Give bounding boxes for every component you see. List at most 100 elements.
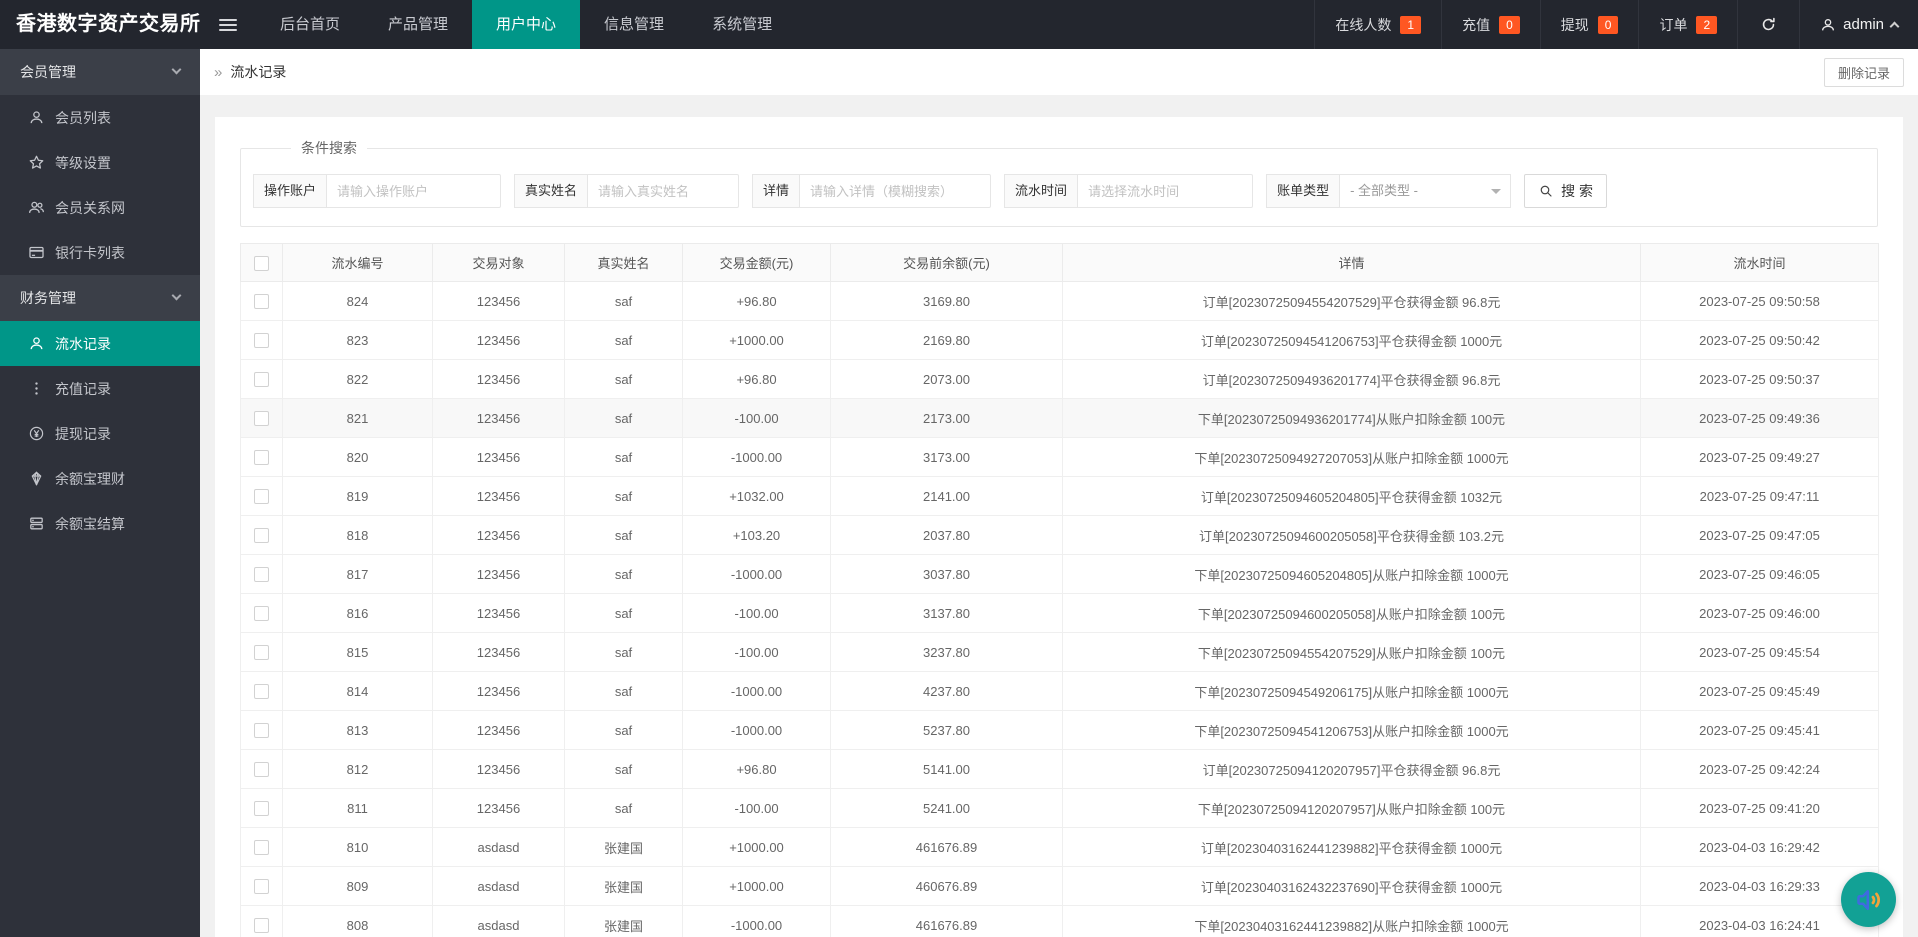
- topnav-item-2[interactable]: 用户中心: [472, 0, 581, 49]
- topnav-stats: 在线人数 1 充值 0 提现 0 订单 2: [1314, 0, 1737, 49]
- column-header-3: 交易金额(元): [682, 243, 831, 282]
- cell-flow-id: 808: [282, 905, 433, 937]
- sidebar-item-0-2[interactable]: 会员关系网: [0, 185, 200, 230]
- search-field-label: 账单类型: [1266, 174, 1340, 208]
- topnav-item-1[interactable]: 产品管理: [364, 0, 472, 49]
- refresh-button[interactable]: [1737, 0, 1799, 49]
- topnav-stat-3[interactable]: 订单 2: [1638, 0, 1737, 49]
- sidebar-group-header-0[interactable]: 会员管理: [0, 49, 200, 95]
- cell-flow-id: 820: [282, 437, 433, 477]
- row-checkbox[interactable]: [254, 918, 269, 934]
- select-all-checkbox[interactable]: [254, 255, 269, 271]
- topnav-stat-2[interactable]: 提现 0: [1539, 0, 1639, 49]
- sidebar-item-1-4[interactable]: 余额宝结算: [0, 501, 200, 546]
- row-checkbox-cell: [240, 788, 283, 828]
- row-checkbox-cell: [240, 866, 283, 906]
- cell-flow-id: 821: [282, 398, 433, 438]
- cell-flow-id: 824: [282, 281, 433, 321]
- user-menu[interactable]: admin: [1799, 0, 1918, 49]
- top-bar: 香港数字资产交易所 后台首页 产品管理 用户中心 信息管理 系统管理 在线人数 1 充值 0 提…: [0, 0, 1918, 49]
- row-checkbox[interactable]: [254, 840, 269, 856]
- cell-real-name: saf: [564, 281, 683, 321]
- row-checkbox[interactable]: [254, 567, 269, 583]
- sidebar-item-0-3[interactable]: 银行卡列表: [0, 230, 200, 275]
- row-checkbox[interactable]: [254, 762, 269, 778]
- sidebar-item-1-1[interactable]: 充值记录: [0, 366, 200, 411]
- sidebar-item-0-0[interactable]: 会员列表: [0, 95, 200, 140]
- search-input-2[interactable]: [799, 174, 992, 208]
- cell-balance: 460676.89: [830, 866, 1063, 906]
- collapse-sidebar-button[interactable]: [200, 0, 256, 49]
- row-checkbox[interactable]: [254, 411, 269, 427]
- sidebar-item-1-0[interactable]: 流水记录: [0, 321, 200, 366]
- cell-trade-target: 123456: [432, 632, 565, 672]
- cell-detail: 下单[20230725094120207957]从账户扣除金额 100元: [1062, 788, 1641, 828]
- search-input-0[interactable]: [326, 174, 502, 208]
- cell-flow-id: 823: [282, 320, 433, 360]
- sidebar-group-header-1[interactable]: 财务管理: [0, 275, 200, 321]
- sidebar-group-label: 财务管理: [20, 290, 76, 306]
- sidebar-item-0-1[interactable]: 等级设置: [0, 140, 200, 185]
- cell-amount: +96.80: [682, 359, 831, 399]
- topnav-stat-0[interactable]: 在线人数 1: [1314, 0, 1441, 49]
- search-input-1[interactable]: [587, 174, 740, 208]
- row-checkbox-cell: [240, 437, 283, 477]
- cell-amount: +1000.00: [682, 827, 831, 867]
- cell-flow-id: 816: [282, 593, 433, 633]
- cell-trade-target: 123456: [432, 320, 565, 360]
- cell-amount: -1000.00: [682, 554, 831, 594]
- topnav-stat-1[interactable]: 充值 0: [1441, 0, 1540, 49]
- row-checkbox[interactable]: [254, 294, 269, 310]
- topnav-item-0[interactable]: 后台首页: [256, 0, 364, 49]
- diamond-icon: [28, 470, 45, 487]
- sidebar-item-label: 等级设置: [55, 154, 111, 171]
- page-title: 流水记录: [230, 64, 287, 80]
- row-checkbox[interactable]: [254, 528, 269, 544]
- table-row: 822 123456 saf +96.80 2073.00 订单[202307250949…: [240, 359, 1879, 399]
- user-icon: [28, 335, 45, 352]
- cell-flow-id: 809: [282, 866, 433, 906]
- cell-flow-id: 812: [282, 749, 433, 789]
- row-checkbox-cell: [240, 359, 283, 399]
- cell-real-name: saf: [564, 749, 683, 789]
- cell-detail: 下单[20230725094927207053]从账户扣除金额 1000元: [1062, 437, 1641, 477]
- row-checkbox[interactable]: [254, 450, 269, 466]
- search-input-3[interactable]: [1077, 174, 1254, 208]
- sidebar-item-1-2[interactable]: 提现记录: [0, 411, 200, 456]
- cell-balance: 3169.80: [830, 281, 1063, 321]
- search-row: 操作账户 真实姓名 详情 流水时间 账单类型 - 全部类型 - 搜 索: [253, 174, 1865, 208]
- cell-time: 2023-07-25 09:46:00: [1640, 593, 1879, 633]
- cell-trade-target: asdasd: [432, 866, 565, 906]
- cell-time: 2023-07-25 09:49:36: [1640, 398, 1879, 438]
- cell-detail: 下单[20230403162441239882]从账户扣除金额 1000元: [1062, 905, 1641, 937]
- cell-balance: 3137.80: [830, 593, 1063, 633]
- row-checkbox[interactable]: [254, 684, 269, 700]
- row-checkbox[interactable]: [254, 801, 269, 817]
- cell-detail: 订单[20230403162432237690]平仓获得金额 1000元: [1062, 866, 1641, 906]
- row-checkbox[interactable]: [254, 645, 269, 661]
- topnav-item-3[interactable]: 信息管理: [580, 0, 688, 49]
- row-checkbox[interactable]: [254, 879, 269, 895]
- bill-type-select[interactable]: - 全部类型 -: [1339, 174, 1512, 208]
- cell-detail: 订单[20230725094554207529]平仓获得金额 96.8元: [1062, 281, 1641, 321]
- row-checkbox[interactable]: [254, 333, 269, 349]
- breadcrumb-bar: » 流水记录 删除记录: [200, 49, 1918, 95]
- cell-detail: 下单[20230725094605204805]从账户扣除金额 1000元: [1062, 554, 1641, 594]
- cell-amount: +1000.00: [682, 320, 831, 360]
- chevron-down-icon: [171, 64, 182, 75]
- delete-records-button[interactable]: 删除记录: [1823, 58, 1904, 87]
- row-checkbox[interactable]: [254, 489, 269, 505]
- row-checkbox[interactable]: [254, 372, 269, 388]
- sound-notification-button[interactable]: [1841, 872, 1896, 927]
- cell-detail: 订单[20230725094936201774]平仓获得金额 96.8元: [1062, 359, 1641, 399]
- sidebar-item-1-3[interactable]: 余额宝理财: [0, 456, 200, 501]
- search-button[interactable]: 搜 索: [1524, 174, 1607, 208]
- row-checkbox[interactable]: [254, 606, 269, 622]
- topnav-right: 在线人数 1 充值 0 提现 0 订单 2 admin: [1314, 0, 1918, 49]
- row-checkbox-cell: [240, 749, 283, 789]
- sidebar-item-label: 充值记录: [55, 380, 111, 397]
- row-checkbox[interactable]: [254, 723, 269, 739]
- users-icon: [28, 199, 45, 216]
- stat-label: 提现: [1560, 16, 1589, 33]
- topnav-item-4[interactable]: 系统管理: [688, 0, 796, 49]
